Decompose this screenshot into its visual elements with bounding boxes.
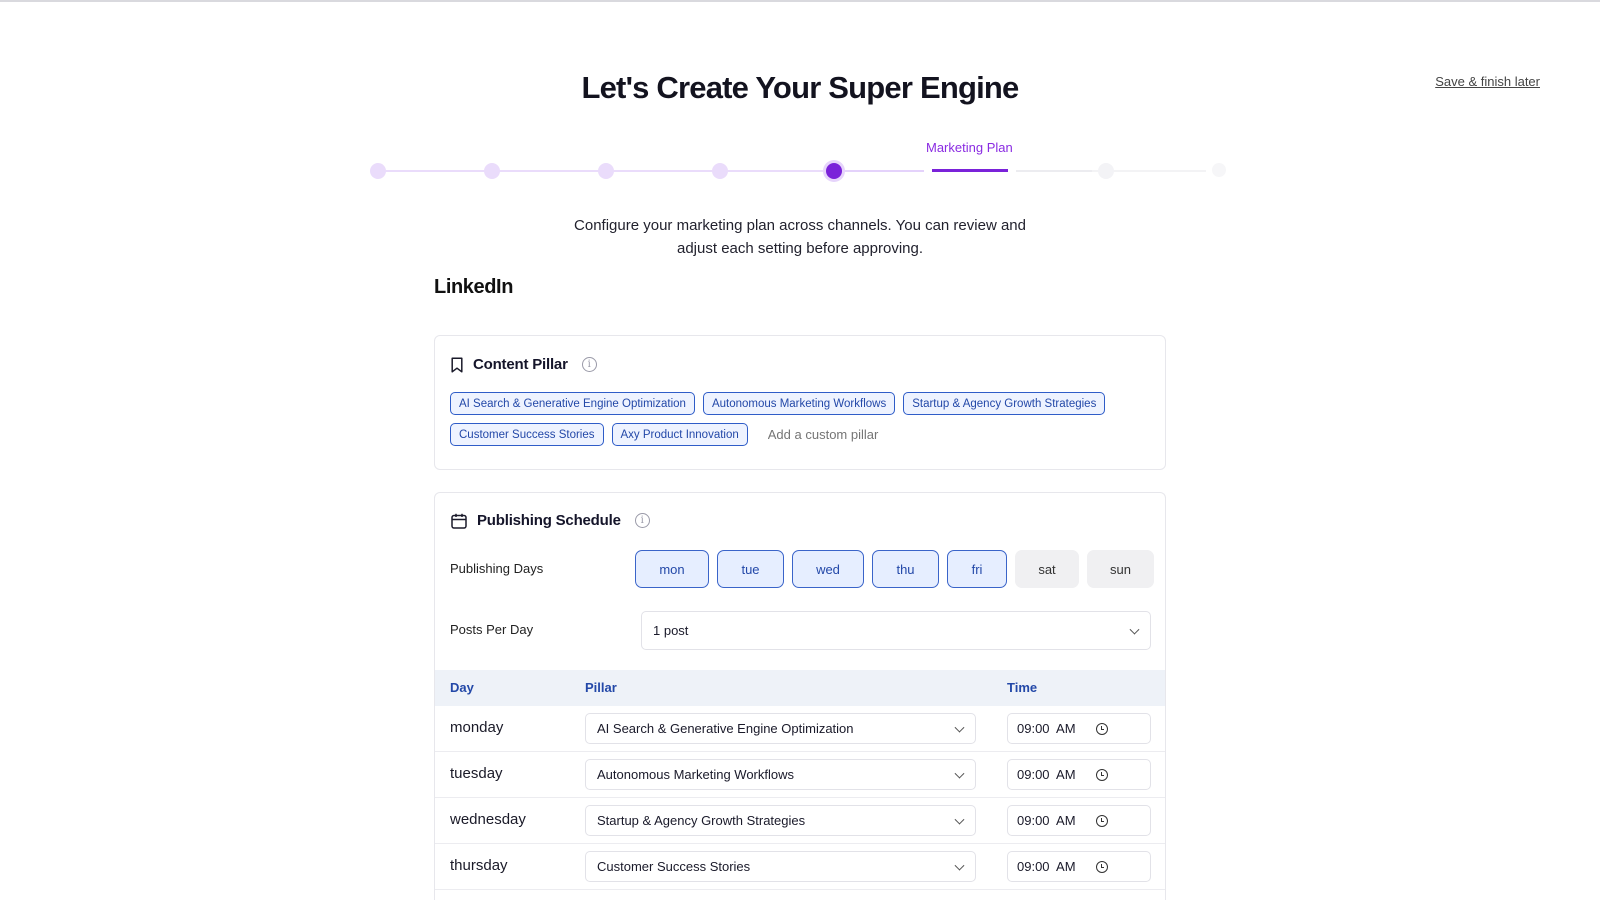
pillar-chip[interactable]: Customer Success Stories xyxy=(450,423,604,446)
step-connector xyxy=(378,170,492,172)
info-icon[interactable]: i xyxy=(581,357,597,372)
top-border xyxy=(0,0,1600,2)
bookmark-icon xyxy=(451,356,463,373)
column-header-pillar: Pillar xyxy=(585,680,617,695)
step-dot-completed[interactable] xyxy=(712,163,728,179)
posts-per-day-label: Posts Per Day xyxy=(450,622,534,637)
content-pillar-title: Content Pillar xyxy=(473,356,568,373)
publishing-days-toggle-group: mon tue wed thu fri sat sun xyxy=(635,550,1154,588)
chevron-down-icon xyxy=(1129,624,1140,635)
table-row: wednesday Startup & Agency Growth Strate… xyxy=(435,798,1165,844)
intro-text: Configure your marketing plan across cha… xyxy=(0,214,1600,260)
intro-line: adjust each setting before approving. xyxy=(677,240,923,257)
day-toggle-fri[interactable]: fri xyxy=(947,550,1007,588)
day-toggle-sat[interactable]: sat xyxy=(1015,550,1079,588)
row-pillar-select[interactable]: Startup & Agency Growth Strategies xyxy=(585,805,976,836)
row-pillar-value: Autonomous Marketing Workflows xyxy=(597,767,795,782)
pillar-chip[interactable]: Autonomous Marketing Workflows xyxy=(702,392,896,415)
row-time-input[interactable]: 09:00 AM xyxy=(1007,851,1151,882)
row-time-value: 09:00 AM xyxy=(1017,859,1076,874)
posts-per-day-value: 1 post xyxy=(653,623,689,638)
clock-icon xyxy=(1096,815,1108,827)
custom-pillar-input[interactable] xyxy=(767,427,968,442)
pillar-chip[interactable]: Axy Product Innovation xyxy=(611,423,748,446)
step-connector xyxy=(1016,170,1092,172)
day-toggle-mon[interactable]: mon xyxy=(635,550,709,588)
publishing-schedule-header: Publishing Schedule i xyxy=(451,512,650,529)
row-time-input[interactable]: 09:00 AM xyxy=(1007,805,1151,836)
row-pillar-value: AI Search & Generative Engine Optimizati… xyxy=(597,721,854,736)
step-dot-active[interactable] xyxy=(826,163,842,179)
publishing-schedule-title: Publishing Schedule xyxy=(477,512,621,529)
page-title: Let's Create Your Super Engine xyxy=(581,70,1019,105)
step-dot-upcoming xyxy=(1098,163,1114,179)
step-dot-completed[interactable] xyxy=(370,163,386,179)
step-dot-upcoming xyxy=(1212,163,1226,177)
row-time-value: 09:00 AM xyxy=(1017,721,1076,736)
progress-stepper: Marketing Plan xyxy=(370,140,1230,180)
row-time-value: 09:00 AM xyxy=(1017,767,1076,782)
day-toggle-thu[interactable]: thu xyxy=(872,550,939,588)
publishing-days-label: Publishing Days xyxy=(450,561,544,576)
step-connector xyxy=(492,170,606,172)
clock-icon xyxy=(1096,723,1108,735)
column-header-time: Time xyxy=(1007,680,1038,695)
row-day: thursday xyxy=(450,857,508,874)
publishing-schedule-card: Publishing Schedule i Publishing Days mo… xyxy=(434,492,1166,900)
row-day: monday xyxy=(450,719,504,736)
table-row: tuesday Autonomous Marketing Workflows 0… xyxy=(435,752,1165,798)
table-row: thursday Customer Success Stories 09:00 … xyxy=(435,844,1165,890)
chevron-down-icon xyxy=(954,722,965,733)
row-pillar-select[interactable]: AI Search & Generative Engine Optimizati… xyxy=(585,713,976,744)
day-toggle-sun[interactable]: sun xyxy=(1087,550,1154,588)
pillar-chip[interactable]: Startup & Agency Growth Strategies xyxy=(903,392,1106,415)
row-time-value: 09:00 AM xyxy=(1017,813,1076,828)
calendar-icon xyxy=(451,513,467,529)
chevron-down-icon xyxy=(954,860,965,871)
day-toggle-tue[interactable]: tue xyxy=(717,550,784,588)
save-finish-later-link[interactable]: Save & finish later xyxy=(1435,74,1540,89)
step-connector xyxy=(834,170,924,172)
step-connector xyxy=(720,170,834,172)
row-time-input[interactable]: 09:00 AM xyxy=(1007,713,1151,744)
channel-title: LinkedIn xyxy=(434,276,514,298)
row-pillar-select[interactable]: Autonomous Marketing Workflows xyxy=(585,759,976,790)
chevron-down-icon xyxy=(954,814,965,825)
clock-icon xyxy=(1096,769,1108,781)
pillar-chip-list: AI Search & Generative Engine Optimizati… xyxy=(450,392,1150,446)
step-dot-completed[interactable] xyxy=(484,163,500,179)
schedule-table-header: Day Pillar Time xyxy=(435,670,1165,706)
step-dot-completed[interactable] xyxy=(598,163,614,179)
info-icon[interactable]: i xyxy=(634,513,650,528)
row-pillar-value: Startup & Agency Growth Strategies xyxy=(597,813,806,828)
table-row: monday AI Search & Generative Engine Opt… xyxy=(435,706,1165,752)
posts-per-day-select[interactable]: 1 post xyxy=(641,611,1151,650)
day-toggle-wed[interactable]: wed xyxy=(792,550,864,588)
chevron-down-icon xyxy=(954,768,965,779)
content-pillar-card: Content Pillar i AI Search & Generative … xyxy=(434,335,1166,470)
intro-line: Configure your marketing plan across cha… xyxy=(574,217,1026,234)
column-header-day: Day xyxy=(450,680,474,695)
row-time-input[interactable]: 09:00 AM xyxy=(1007,759,1151,790)
step-connector xyxy=(606,170,720,172)
clock-icon xyxy=(1096,861,1108,873)
row-pillar-value: Customer Success Stories xyxy=(597,859,751,874)
content-pillar-header: Content Pillar i xyxy=(451,356,597,373)
row-day: tuesday xyxy=(450,765,503,782)
row-day: wednesday xyxy=(450,811,526,828)
row-pillar-select[interactable]: Customer Success Stories xyxy=(585,851,976,882)
pillar-chip[interactable]: AI Search & Generative Engine Optimizati… xyxy=(450,392,695,415)
current-step-underline xyxy=(932,169,1008,172)
current-step-label: Marketing Plan xyxy=(926,140,1013,155)
